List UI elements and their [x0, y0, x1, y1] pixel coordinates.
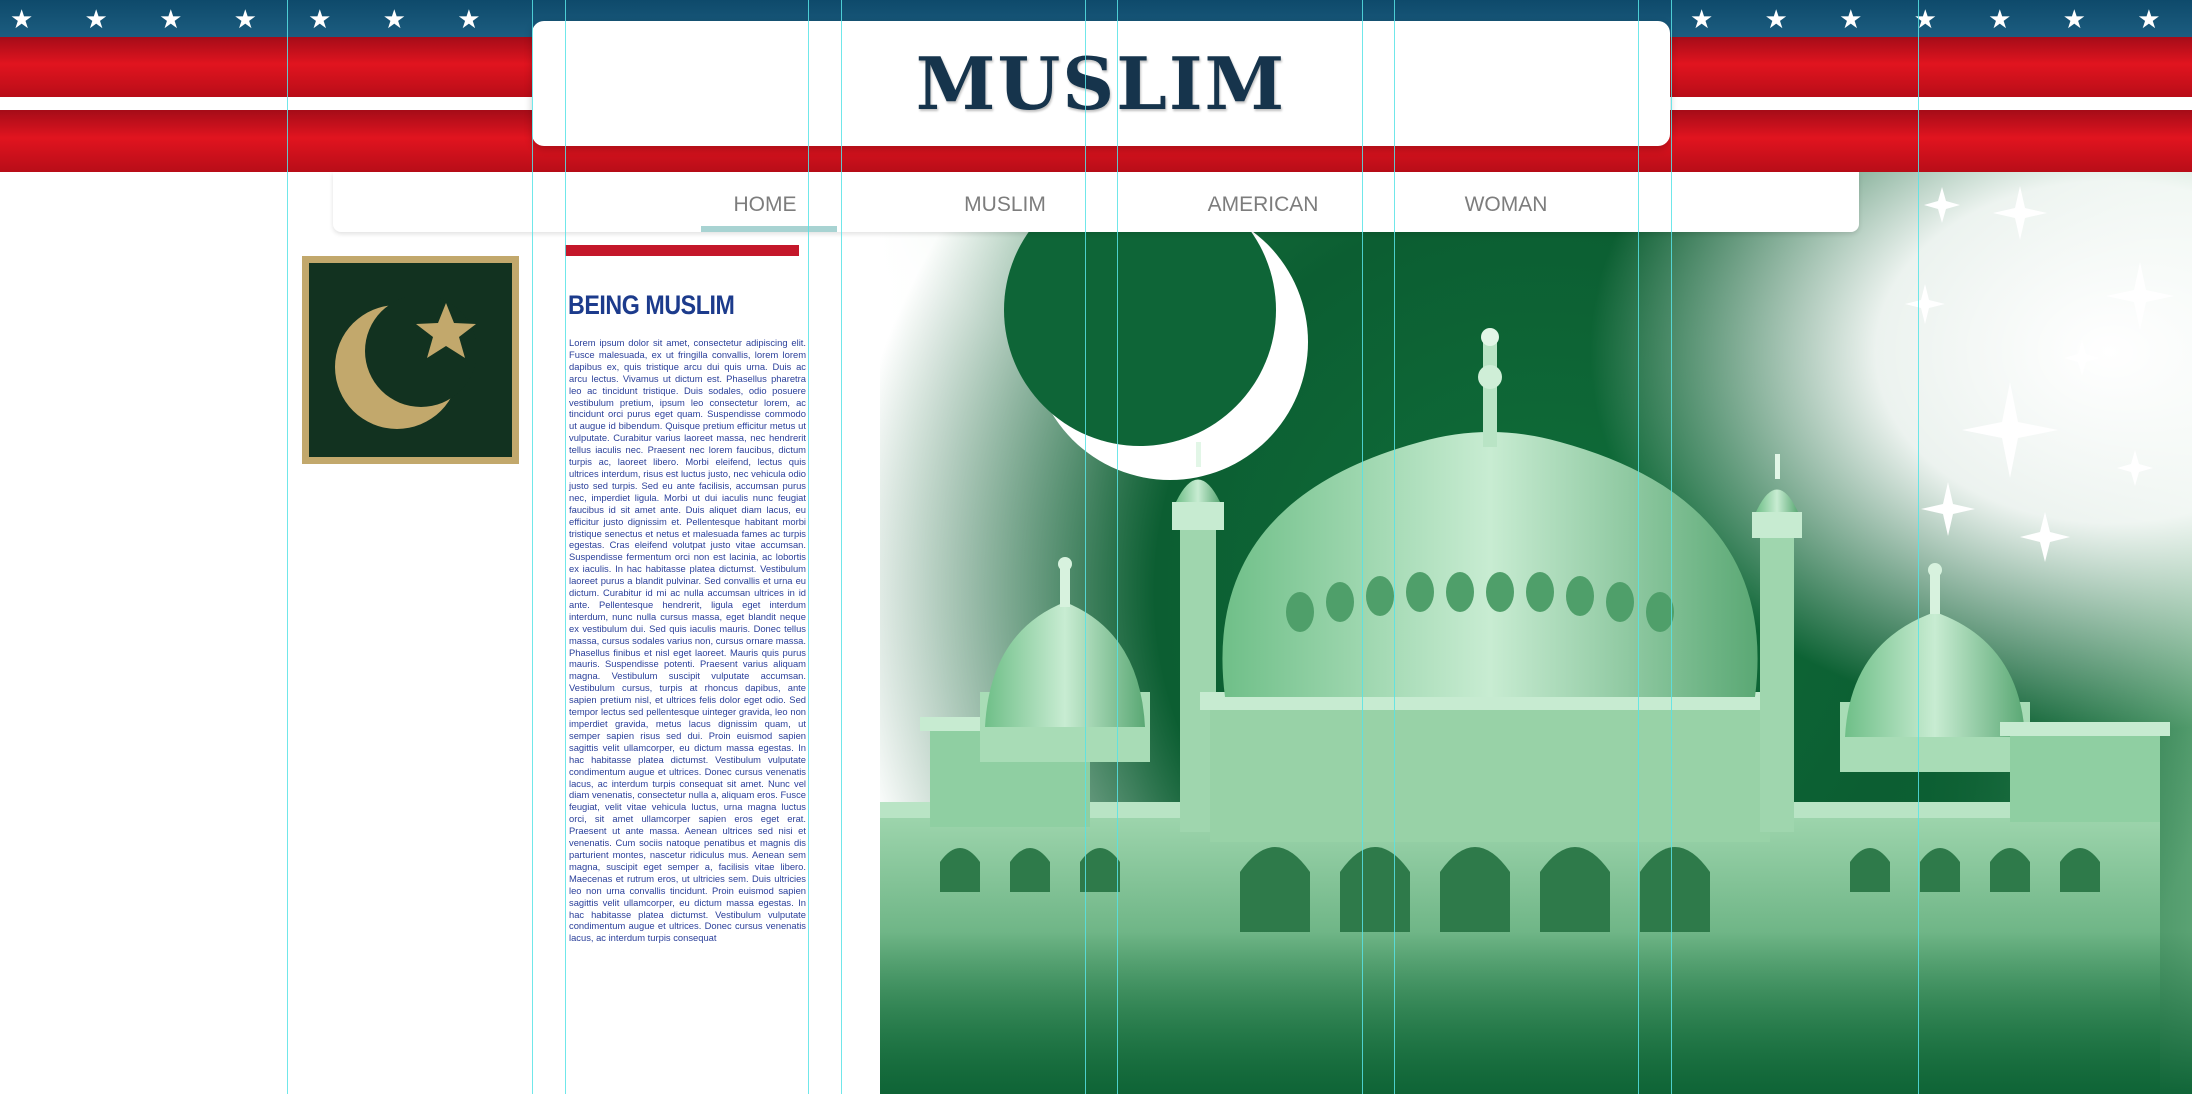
mosque-hero-image [880, 172, 2192, 1094]
crescent-star-icon [309, 263, 512, 457]
nav-item-home[interactable]: HOME [700, 190, 830, 220]
site-title: MUSLIM [915, 41, 1287, 126]
nav-item-woman[interactable]: WOMAN [1441, 190, 1571, 220]
article-body: Lorem ipsum dolor sit amet, consectetur … [569, 337, 806, 944]
stars-right-decoration: ★ ★ ★ ★ ★ ★ ★ ★ ★ ★ [1690, 4, 2190, 34]
stars-left-decoration: ★ ★ ★ ★ ★ ★ ★ ★ ★ ★ ★ [10, 4, 530, 34]
sparkle-stars [1905, 186, 2174, 562]
nav-active-indicator [701, 226, 837, 232]
nav-item-american[interactable]: AMERICAN [1183, 190, 1343, 220]
article-accent-bar [565, 245, 799, 256]
title-card: MUSLIM [532, 21, 1670, 146]
mosque-illustration [880, 174, 2192, 1094]
emblem-frame [302, 256, 519, 464]
nav-item-muslim[interactable]: MUSLIM [940, 190, 1070, 220]
article-title: BEING MUSLIM [568, 290, 735, 320]
main-nav: HOME MUSLIM AMERICAN WOMAN [333, 172, 1859, 232]
